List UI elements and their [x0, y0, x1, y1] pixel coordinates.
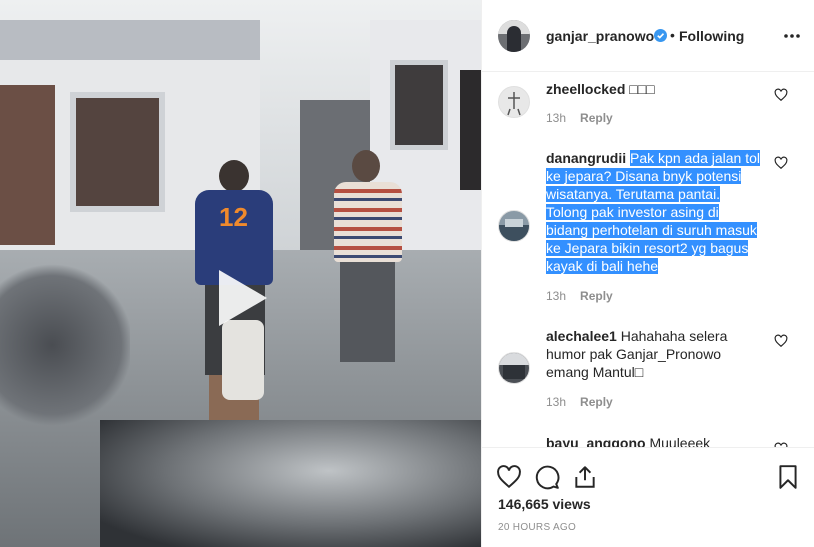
comment-time: 13h: [546, 395, 567, 409]
comment-text: danangrudii Pak kpn ada jalan tol ke jep…: [546, 149, 762, 275]
reply-button[interactable]: Reply: [580, 395, 613, 409]
video-frame-person-striped: [330, 150, 410, 390]
comment-username[interactable]: alechalee1: [546, 328, 617, 344]
separator-dot: •: [670, 27, 675, 43]
jersey-number: 12: [219, 202, 248, 232]
commenter-avatar[interactable]: [498, 86, 530, 118]
reply-button[interactable]: Reply: [580, 289, 613, 303]
commenter-avatar[interactable]: [498, 210, 530, 242]
post-actions: 146,665 views 20 HOURS AGO: [482, 447, 814, 547]
bookmark-icon[interactable]: [775, 464, 801, 490]
heart-icon[interactable]: [774, 334, 788, 348]
video-frame-rubble: [100, 420, 481, 547]
post-timestamp[interactable]: 20 HOURS AGO: [498, 522, 576, 533]
video-frame-window-right: [390, 60, 448, 150]
comment-content: Muuleeek: [649, 435, 711, 447]
comment-icon[interactable]: [534, 464, 560, 490]
comment-username[interactable]: bayu_anggono: [546, 435, 646, 447]
comment-text: bayu_anggono Muuleeek: [546, 434, 760, 447]
play-icon[interactable]: [205, 262, 277, 334]
comment-text: zheellocked □□□: [546, 80, 760, 98]
share-icon[interactable]: [572, 464, 598, 490]
heart-icon[interactable]: [496, 464, 522, 490]
more-icon[interactable]: [782, 26, 802, 46]
comments-list[interactable]: zheellocked □□□ 13h Reply danangrudii Pak…: [482, 72, 814, 447]
comment-time: 13h: [546, 111, 567, 125]
post-header: ganjar_pranowo • Following: [482, 0, 814, 72]
video-frame-door: [0, 85, 55, 245]
video-player[interactable]: 12: [0, 0, 481, 547]
commenter-avatar[interactable]: [498, 352, 530, 384]
heart-icon[interactable]: [774, 88, 788, 102]
author-username[interactable]: ganjar_pranowo: [546, 28, 654, 44]
comment-meta: 13h Reply: [546, 111, 613, 125]
video-frame-window-edge: [460, 70, 481, 190]
comment-username[interactable]: zheellocked: [546, 81, 625, 97]
comment-meta: 13h Reply: [546, 289, 613, 303]
video-frame-rocks: [0, 260, 130, 430]
comment-meta: 13h Reply: [546, 395, 613, 409]
comment-text: alechalee1 Hahahaha selera humor pak Gan…: [546, 327, 736, 381]
reply-button[interactable]: Reply: [580, 111, 613, 125]
post-side-panel: ganjar_pranowo • Following zheellocked □…: [481, 0, 814, 547]
instagram-post-view: 12 ganjar_pranowo • Following zheellocke…: [0, 0, 814, 547]
video-frame-window: [70, 92, 165, 212]
verified-icon: [654, 29, 667, 42]
comment-username[interactable]: danangrudii: [546, 150, 626, 166]
author-avatar[interactable]: [498, 19, 530, 52]
comment-time: 13h: [546, 289, 567, 303]
following-button[interactable]: Following: [679, 28, 744, 44]
comment-content: □□□: [629, 81, 655, 97]
heart-icon[interactable]: [774, 156, 788, 170]
view-count[interactable]: 146,665 views: [498, 496, 591, 512]
comment-content-selected: Pak kpn ada jalan tol ke jepara? Disana …: [546, 150, 760, 274]
